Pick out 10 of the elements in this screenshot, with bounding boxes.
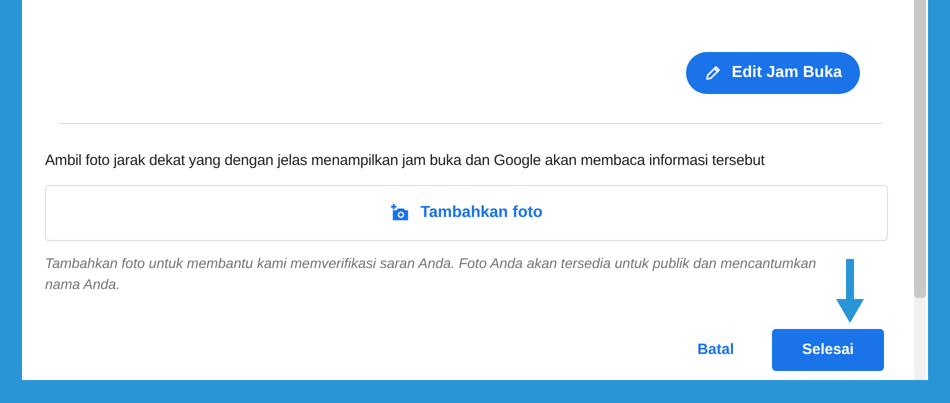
- instruction-text: Ambil foto jarak dekat yang dengan jelas menampilkan jam buka dan Google akan membaca informasi tersebut: [45, 151, 766, 171]
- add-photo-button[interactable]: Tambahkan foto: [45, 184, 888, 240]
- note-text: Tambahkan foto untuk membantu kami memverifikasi saran Anda. Foto Anda akan tersedia untuk publik dan mencantumkan nama Anda.: [45, 254, 818, 294]
- down-arrow-icon: [836, 259, 864, 323]
- cancel-button[interactable]: Batal: [697, 338, 734, 362]
- add-photo-icon: [390, 204, 410, 222]
- scrollbar-thumb[interactable]: [914, 0, 926, 298]
- done-button[interactable]: Selesai: [772, 329, 884, 371]
- edit-hours-button[interactable]: Edit Jam Buka: [686, 52, 860, 94]
- pencil-icon: [704, 64, 722, 82]
